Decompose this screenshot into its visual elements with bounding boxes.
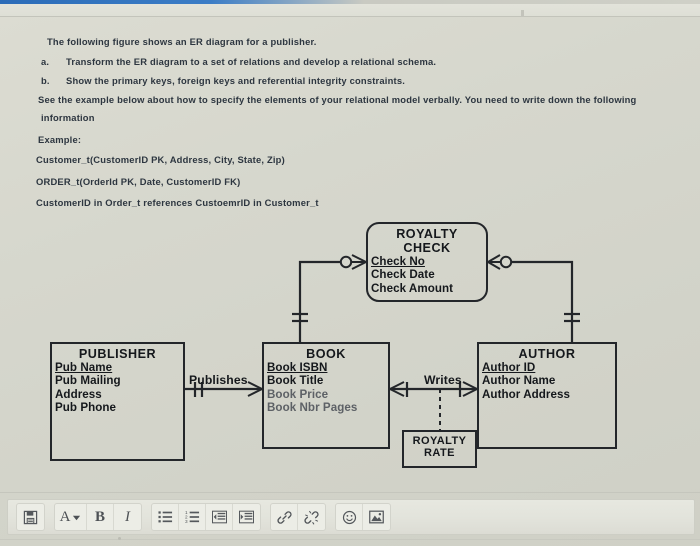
royalty-rate-title: ROYALTY RATE: [404, 432, 475, 460]
attribute-check-amount: Check Amount: [371, 281, 454, 295]
chrome-artifact: [521, 10, 524, 16]
unlink-icon[interactable]: [298, 504, 325, 530]
bold-letter: B: [94, 508, 105, 525]
attribute-check-no: Check No: [371, 255, 425, 269]
entity-royalty-check[interactable]: ROYALTY CHECK Check No Check Date Check …: [366, 222, 488, 302]
relationship-label-publishes: Publishes: [189, 373, 248, 387]
attribute-author-address: Author Address: [482, 387, 570, 401]
attribute-book-isbn: Book ISBN: [267, 361, 328, 375]
chevron-down-icon: [73, 515, 81, 520]
attribute-book-title: Book Title: [267, 374, 324, 388]
toolbar-group-source: [16, 503, 45, 531]
royalty-rate-line-1: ROYALTY: [412, 435, 467, 447]
entity-title-line-1: ROYALTY: [396, 227, 458, 241]
list-marker-b: b.: [41, 75, 50, 86]
attribute-pub-phone: Pub Phone: [55, 400, 117, 414]
italic-button[interactable]: I: [114, 504, 141, 530]
toolbar-group-insert: [335, 503, 391, 531]
bulleted-list-icon[interactable]: [152, 504, 179, 530]
attribute-address: Address: [55, 387, 102, 401]
attribute-book-nbr-pages: Book Nbr Pages: [267, 400, 358, 414]
task-a-text: Transform the ER diagram to a set of rel…: [66, 56, 437, 67]
attribute-author-name: Author Name: [482, 374, 556, 388]
entity-title-author: AUTHOR: [518, 347, 576, 361]
royalty-rate-line-2: RATE: [424, 447, 455, 460]
entity-title-royalty-check: ROYALTY CHECK: [368, 224, 486, 255]
toolbar-group-lists: 123: [151, 503, 261, 531]
entity-publisher[interactable]: PUBLISHER Pub Name Pub Mailing Address P…: [50, 342, 185, 461]
italic-letter: I: [125, 508, 130, 525]
toolbar-top-divider: [0, 492, 700, 493]
insert-image-icon[interactable]: [363, 504, 390, 530]
crowfoot-royaltycheck-left: [351, 254, 367, 270]
entity-title-book: BOOK: [306, 347, 346, 361]
list-marker-a: a.: [41, 56, 50, 67]
optional-circle-royaltycheck-left: [339, 255, 353, 269]
outdent-icon[interactable]: [206, 504, 233, 530]
attribute-check-date: Check Date: [371, 268, 435, 282]
crowfoot-publishes-book: [247, 381, 263, 397]
relationship-attribute-royalty-rate[interactable]: ROYALTY RATE: [402, 430, 477, 468]
font-color-letter: A: [59, 508, 71, 525]
information-line: information: [41, 112, 95, 123]
toolbar-group-text-format: A B I: [54, 503, 142, 531]
indent-icon[interactable]: [233, 504, 260, 530]
chrome-divider: [0, 16, 700, 17]
svg-text:3: 3: [185, 519, 188, 524]
toolbar-artifact-dot: [118, 537, 121, 540]
crowfoot-writes-author: [462, 381, 478, 397]
attribute-pub-name: Pub Name: [55, 361, 113, 375]
screenshot-root: The following figure shows an ER diagram…: [0, 0, 700, 546]
see-example-line: See the example below about how to speci…: [38, 94, 637, 105]
crowfoot-royaltycheck-right: [487, 254, 513, 270]
entity-title-publisher: PUBLISHER: [78, 347, 157, 361]
font-color-icon[interactable]: A: [55, 504, 87, 530]
toolbar-bottom-divider: [0, 539, 700, 540]
relationship-label-writes: Writes: [424, 373, 462, 387]
example-customer-relation: Customer_t(CustomerID PK, Address, City,…: [36, 154, 285, 165]
er-diagram: ROYALTY CHECK Check No Check Date Check …: [0, 210, 700, 480]
attribute-pub-mailing: Pub Mailing: [55, 374, 121, 388]
task-b-text: Show the primary keys, foreign keys and …: [66, 75, 406, 86]
example-referential-integrity: CustomerID in Order_t references Custoem…: [36, 197, 319, 208]
attribute-book-price: Book Price: [267, 387, 329, 401]
crowfoot-writes-book: [389, 381, 405, 397]
editor-toolbar: A B I 1 2 3: [7, 499, 695, 535]
emoji-icon[interactable]: [336, 504, 363, 530]
example-order-relation: ORDER_t(OrderId PK, Date, CustomerID FK): [36, 176, 241, 187]
insert-link-icon[interactable]: [271, 504, 298, 530]
intro-line: The following figure shows an ER diagram…: [47, 36, 317, 47]
window-chrome-band: [0, 4, 700, 16]
source-code-icon[interactable]: [17, 504, 44, 530]
entity-book[interactable]: BOOK Book ISBN Book Title Book Price Boo…: [262, 342, 390, 449]
bold-button[interactable]: B: [87, 504, 114, 530]
entity-author[interactable]: AUTHOR Author ID Author Name Author Addr…: [477, 342, 617, 449]
attribute-author-id: Author ID: [482, 361, 536, 375]
example-label: Example:: [38, 134, 82, 145]
numbered-list-icon[interactable]: 123: [179, 504, 206, 530]
entity-title-line-2: CHECK: [403, 241, 451, 256]
toolbar-group-link: [270, 503, 326, 531]
